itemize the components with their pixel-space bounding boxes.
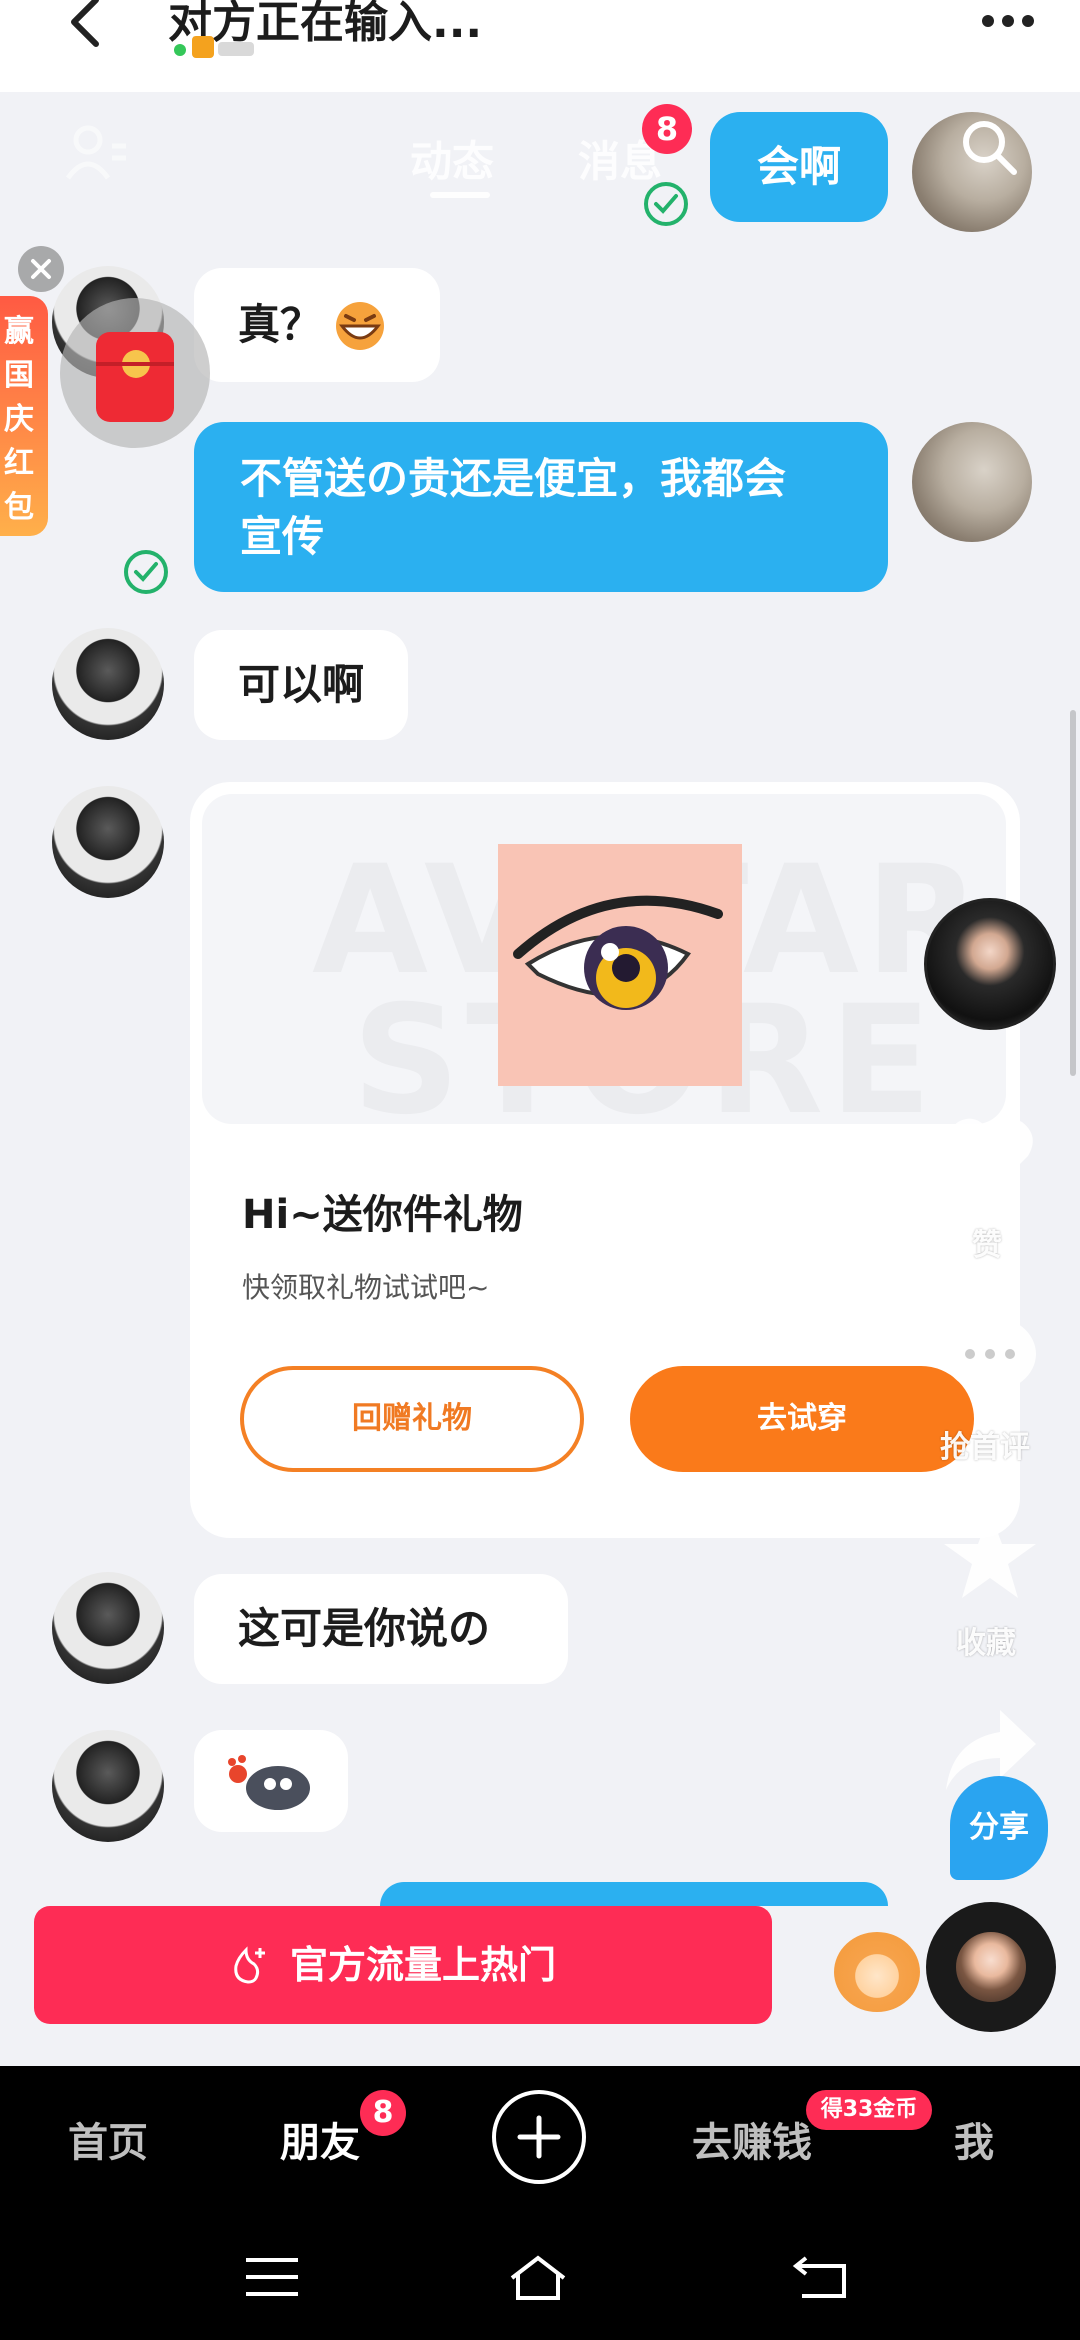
chevron-left-icon — [71, 0, 99, 47]
close-icon — [31, 259, 51, 279]
my-avatar[interactable] — [912, 422, 1032, 542]
back-nav-icon[interactable] — [792, 2252, 852, 2302]
promo-char: 赢 — [4, 314, 34, 349]
laughing-emoji-icon — [336, 302, 384, 350]
message-bubble-sent-partial — [380, 1882, 888, 1906]
favorite-label: 收藏 — [956, 1626, 1016, 1661]
heart-icon[interactable] — [940, 1106, 1040, 1206]
promote-hot-button[interactable]: 官方流量上热门 — [34, 1906, 772, 2024]
promo-char: 红 — [4, 446, 34, 481]
flame-plus-icon — [234, 1946, 265, 1984]
promo-char: 庆 — [4, 402, 34, 437]
creator-avatar[interactable] — [924, 898, 1056, 1030]
menu-icon[interactable] — [242, 2252, 302, 2302]
message-bubble-received[interactable]: 这可是你说の — [194, 1574, 568, 1684]
gift-card[interactable]: AVATAR STORE Hi~送你件礼物 快领取礼物试试吧~ 回赠礼物 去试穿 — [190, 782, 1020, 1538]
message-bubble-sent[interactable]: 不管送の贵还是便宜，我都会 宣传 — [194, 422, 888, 592]
anime-eye-image — [498, 844, 742, 1086]
message-bubble-received[interactable]: 可以啊 — [194, 630, 409, 740]
try-on-button[interactable]: 去试穿 — [630, 1366, 974, 1472]
mascot-icon[interactable] — [834, 1932, 920, 2012]
read-check-icon — [124, 550, 168, 594]
nav-home[interactable]: 首页 — [68, 2110, 148, 2168]
message-bubble-sent[interactable]: 会啊 — [710, 112, 888, 222]
read-check-icon — [644, 182, 688, 226]
online-status-icon — [174, 36, 254, 58]
comment-label: 抢首评 — [940, 1430, 1030, 1465]
friends-list-icon[interactable] — [64, 120, 128, 184]
scrollbar[interactable] — [1070, 710, 1076, 1076]
home-icon[interactable] — [508, 2252, 568, 2302]
friend-avatar[interactable] — [52, 1730, 164, 1842]
message-bubble-received[interactable]: 真？ — [194, 268, 440, 382]
star-icon[interactable] — [940, 1506, 1040, 1606]
search-icon[interactable] — [958, 116, 1018, 176]
close-promo-button[interactable] — [18, 246, 64, 292]
plus-icon — [517, 2115, 561, 2159]
friend-avatar[interactable] — [52, 786, 164, 898]
bottom-nav: 首页 朋友 8 去赚钱 得33金币 我 — [0, 2066, 1080, 2208]
friend-avatar[interactable] — [52, 628, 164, 740]
friends-badge: 8 — [360, 2090, 406, 2136]
promo-char: 国 — [4, 358, 34, 393]
nav-me[interactable]: 我 — [954, 2110, 994, 2168]
sticker-bubble[interactable] — [194, 1730, 348, 1832]
nav-earn[interactable]: 去赚钱 — [692, 2110, 812, 2168]
promote-label: 官方流量上热门 — [289, 1943, 556, 1987]
coin-badge: 得33金币 — [806, 2090, 932, 2130]
tab-dynamic[interactable]: 动态 — [410, 128, 494, 189]
more-icon[interactable] — [978, 6, 1038, 36]
gift-subtitle: 快领取礼物试试吧~ — [242, 1271, 490, 1304]
red-packet-icon — [96, 332, 174, 422]
message-line: 宣传 — [240, 512, 325, 561]
chat-header: 对方正在输入... — [0, 0, 1080, 92]
gift-title: Hi~送你件礼物 — [242, 1192, 523, 1238]
like-label: 赞 — [972, 1228, 1002, 1263]
gift-image: AVATAR STORE — [202, 794, 1006, 1124]
create-post-button[interactable] — [492, 2090, 586, 2184]
paw-sticker-icon — [228, 1755, 310, 1810]
promo-char: 包 — [4, 490, 34, 525]
messages-badge: 8 — [642, 104, 692, 154]
message-line: 不管送の贵还是便宜，我都会 — [240, 454, 787, 503]
red-packet-promo-strip[interactable]: 赢 国 庆 红 包 — [0, 296, 48, 536]
active-tab-indicator — [430, 192, 490, 198]
share-button[interactable]: 分享 — [950, 1776, 1048, 1880]
message-text: 真？ — [238, 300, 323, 349]
red-packet-button[interactable] — [60, 298, 210, 448]
music-disc[interactable] — [926, 1902, 1056, 2032]
friend-avatar[interactable] — [52, 1572, 164, 1684]
system-nav-bar — [0, 2208, 1080, 2340]
back-button[interactable] — [56, 0, 116, 60]
nav-friends[interactable]: 朋友 — [280, 2110, 360, 2168]
return-gift-button[interactable]: 回赠礼物 — [240, 1366, 584, 1472]
comment-icon[interactable] — [940, 1306, 1040, 1406]
